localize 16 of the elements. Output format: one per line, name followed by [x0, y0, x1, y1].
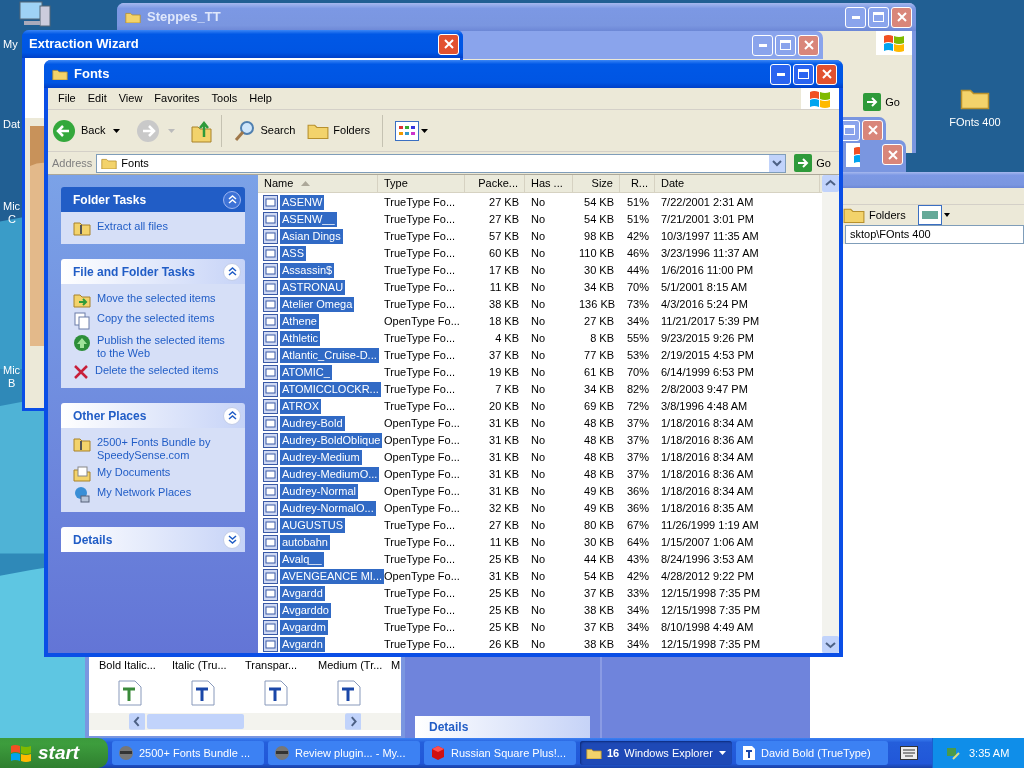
- taskbar-button[interactable]: David Bold (TrueType): [736, 741, 888, 765]
- app-icon: [118, 745, 134, 761]
- taskbar-button[interactable]: Review plugin... - My...: [268, 741, 420, 765]
- clock: 3:35 AM: [969, 745, 1010, 761]
- cube-icon: [430, 745, 446, 761]
- folder-icon: [586, 746, 602, 760]
- windows-logo-icon: [10, 743, 32, 763]
- dropdown-caret-icon: [719, 751, 726, 755]
- taskbar-button[interactable]: 2500+ Fonts Bundle ...: [112, 741, 264, 765]
- start-button[interactable]: start: [0, 738, 108, 768]
- taskbar-button[interactable]: Russian Square Plus!...: [424, 741, 576, 765]
- app-icon: [274, 745, 290, 761]
- keyboard-icon: [900, 746, 918, 760]
- taskbar-button[interactable]: 16 Windows Explorer: [580, 741, 732, 765]
- tray-icon: [945, 745, 961, 761]
- font-file-icon: [742, 745, 756, 761]
